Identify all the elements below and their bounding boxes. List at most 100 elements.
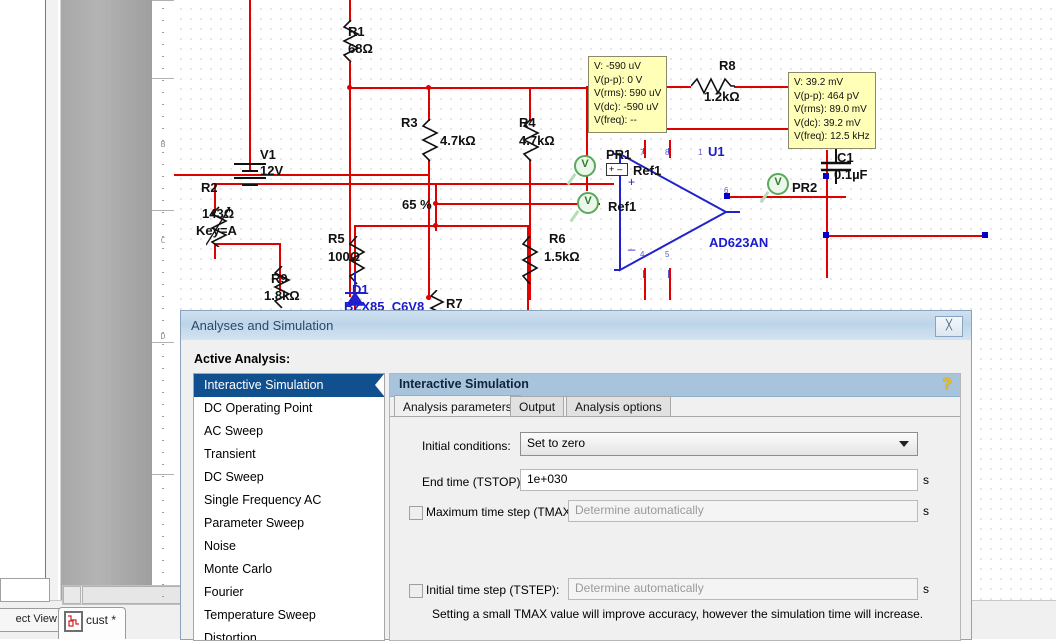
end-time-input[interactable]: 1e+030 xyxy=(520,469,918,491)
wire xyxy=(669,268,671,300)
analysis-item-single-frequency-ac[interactable]: Single Frequency AC xyxy=(194,489,384,512)
ruler-tick xyxy=(162,596,164,597)
scroll-left-arrow-icon[interactable] xyxy=(63,586,81,604)
component-ref-r6: R6 xyxy=(549,231,566,246)
ruler-tick xyxy=(162,536,164,537)
probe-readout-pr1: V: -590 uV V(p-p): 0 V V(rms): 590 uV V(… xyxy=(588,56,668,133)
pin-number: 7 xyxy=(640,148,645,157)
ruler-marker-c: C xyxy=(160,236,166,245)
ruler-tick xyxy=(162,548,164,549)
analysis-item-noise[interactable]: Noise xyxy=(194,535,384,558)
wire xyxy=(354,225,529,227)
tab-strip[interactable]: Analysis parameters Output Analysis opti… xyxy=(390,395,960,419)
initial-time-step-checkbox[interactable] xyxy=(409,584,423,598)
ruler-marker-b: B xyxy=(160,140,166,149)
analysis-item-ac-sweep[interactable]: AC Sweep xyxy=(194,420,384,443)
analysis-item-interactive-simulation[interactable]: Interactive Simulation xyxy=(194,374,384,397)
ruler-tick xyxy=(162,104,164,105)
probe-label-pr1: PR1 xyxy=(606,147,632,162)
end-time-label: End time (TSTOP): xyxy=(422,475,524,489)
component-ref-r2: R2 xyxy=(201,180,218,195)
ruler-tick xyxy=(162,512,164,513)
analyses-and-simulation-dialog[interactable]: Analyses and Simulation ╳ Active Analysi… xyxy=(180,310,972,641)
chevron-down-icon xyxy=(899,441,909,447)
ruler-tick xyxy=(162,380,164,381)
component-value-r3: 4.7kΩ xyxy=(440,133,476,148)
analysis-item-temperature-sweep[interactable]: Temperature Sweep xyxy=(194,604,384,627)
max-time-step-label: Maximum time step (TMAX): xyxy=(426,505,579,519)
component-ref-r4: R4 xyxy=(519,115,536,130)
ruler-tick xyxy=(162,236,164,237)
potentiometer-wiper-percent: 65 % xyxy=(402,197,432,212)
analysis-item-fourier[interactable]: Fourier xyxy=(194,581,384,604)
ruler-tick xyxy=(162,368,164,369)
ruler-marker-d: D xyxy=(160,332,166,341)
analysis-item-dc-operating-point[interactable]: DC Operating Point xyxy=(194,397,384,420)
analysis-item-distortion[interactable]: Distortion xyxy=(194,627,384,640)
analysis-parameters-panel: Initial conditions: Set to zero End time… xyxy=(390,417,960,639)
component-ref-v1: V1 xyxy=(260,147,276,162)
voltage-probe-pr2-icon[interactable]: V xyxy=(767,173,789,195)
tab-analysis-options[interactable]: Analysis options xyxy=(566,396,671,418)
wire xyxy=(826,235,986,237)
project-view-button[interactable]: ect View xyxy=(0,608,62,632)
ruler-tick xyxy=(162,584,164,585)
collapsed-design-toolbox-panel[interactable] xyxy=(60,0,154,600)
analysis-item-parameter-sweep[interactable]: Parameter Sweep xyxy=(194,512,384,535)
analysis-item-dc-sweep[interactable]: DC Sweep xyxy=(194,466,384,489)
tab-output[interactable]: Output xyxy=(510,396,565,418)
component-value-r4: 4.7kΩ xyxy=(519,133,555,148)
ruler-tick xyxy=(162,440,164,441)
ruler-tick xyxy=(162,284,164,285)
junction-node xyxy=(433,201,438,206)
ruler-tick xyxy=(162,164,164,165)
readout-line: V(freq): 12.5 kHz xyxy=(794,131,870,142)
component-value-r2: 143Ω xyxy=(202,206,235,221)
potentiometer-key-r2: Key=A xyxy=(196,223,237,238)
pane-title: Interactive Simulation xyxy=(399,377,529,391)
max-time-step-checkbox[interactable] xyxy=(409,506,423,520)
voltage-probe-pr1-icon[interactable]: V xyxy=(574,155,596,177)
max-time-step-input[interactable]: Determine automatically xyxy=(568,500,918,522)
end-time-unit: s xyxy=(923,473,929,487)
wire xyxy=(726,196,846,198)
ruler-tick xyxy=(162,20,164,21)
initial-conditions-select[interactable]: Set to zero xyxy=(520,432,918,456)
ruler-tick xyxy=(162,68,164,69)
wire xyxy=(428,89,430,121)
ruler-tick xyxy=(162,476,164,477)
document-tab-label: cust * xyxy=(86,613,117,627)
component-value-r5: 100Ω xyxy=(328,249,361,264)
wire xyxy=(214,183,614,185)
ruler-tick xyxy=(162,152,164,153)
analysis-list[interactable]: Interactive Simulation DC Operating Poin… xyxy=(193,373,385,641)
ruler-tick xyxy=(162,356,164,357)
ruler-tick xyxy=(162,56,164,57)
probe-readout-pr2: V: 39.2 mV V(p-p): 464 pV V(rms): 89.0 m… xyxy=(788,72,876,149)
wire xyxy=(349,0,351,22)
component-value-r6: 1.5kΩ xyxy=(544,249,580,264)
wire xyxy=(249,0,251,170)
close-icon[interactable]: ╳ xyxy=(935,316,963,337)
initial-time-step-unit: s xyxy=(923,582,929,596)
ruler-tick xyxy=(162,344,164,345)
net-label-ref1-b: Ref1 xyxy=(608,199,637,214)
help-question-icon[interactable]: ? xyxy=(942,376,952,394)
ruler-tick xyxy=(162,176,164,177)
analysis-item-transient[interactable]: Transient xyxy=(194,443,384,466)
wire xyxy=(428,160,430,300)
ruler-tick xyxy=(162,320,164,321)
readout-line: V(rms): 590 uV xyxy=(594,88,662,99)
schematic-file-icon xyxy=(64,611,83,632)
readout-line: V(freq): -- xyxy=(594,115,637,126)
component-ref-r5: R5 xyxy=(328,231,345,246)
dialog-title: Analyses and Simulation xyxy=(191,318,334,333)
junction-node xyxy=(426,85,431,90)
initial-time-step-input[interactable]: Determine automatically xyxy=(568,578,918,600)
readout-line: V(p-p): 0 V xyxy=(594,74,643,86)
component-ref-r8: R8 xyxy=(719,58,736,73)
voltage-probe-ref-icon[interactable]: V xyxy=(577,192,599,214)
analysis-item-monte-carlo[interactable]: Monte Carlo xyxy=(194,558,384,581)
ruler-tick xyxy=(162,500,164,501)
junction-node xyxy=(724,193,730,199)
